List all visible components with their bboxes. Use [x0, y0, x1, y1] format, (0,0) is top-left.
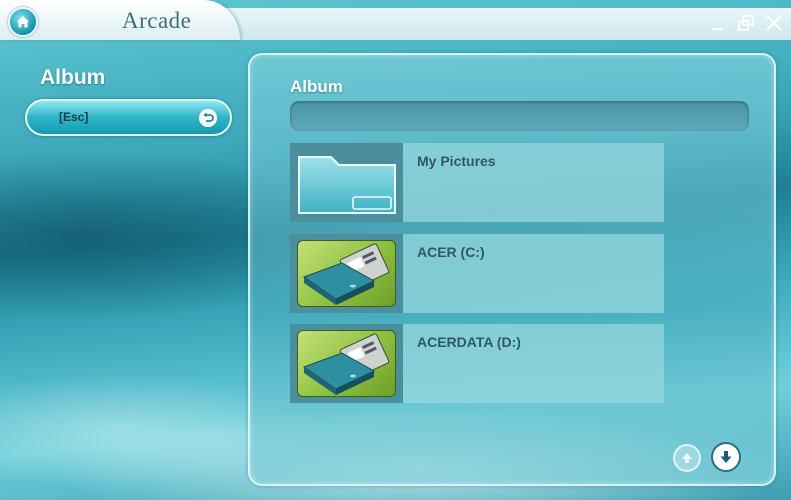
minimize-button[interactable] — [709, 14, 727, 32]
item-thumbnail — [290, 143, 403, 222]
panel-title: Album — [290, 77, 343, 96]
esc-back-button[interactable]: [Esc] — [25, 99, 232, 136]
list-item-acer-c[interactable]: ACER (C:) — [290, 234, 664, 313]
hard-drive-icon — [297, 330, 396, 397]
esc-button-label: [Esc] — [59, 110, 89, 124]
item-label: ACERDATA (D:) — [417, 334, 521, 350]
folder-icon — [297, 155, 396, 214]
item-label: ACER (C:) — [417, 244, 485, 260]
scroll-up-icon — [682, 453, 692, 463]
list-item-my-pictures[interactable]: My Pictures — [290, 143, 664, 222]
window-controls — [709, 14, 783, 32]
restore-button[interactable] — [737, 14, 755, 32]
close-icon — [766, 15, 782, 31]
list-item-acerdata-d[interactable]: ACERDATA (D:) — [290, 324, 664, 403]
sidebar-heading: Album — [40, 66, 106, 89]
album-panel: Album My Pictures ACER (C:) ACERDATA (D:… — [248, 53, 776, 486]
item-label: My Pictures — [417, 153, 496, 169]
scroll-down-icon — [720, 451, 732, 463]
back-arrow-icon — [199, 109, 217, 127]
item-thumbnail — [290, 234, 403, 313]
scroll-up-button[interactable] — [673, 444, 701, 472]
home-button[interactable] — [8, 7, 38, 37]
title-tab: Arcade — [0, 0, 240, 40]
minimize-icon — [712, 28, 723, 30]
scroll-down-button[interactable] — [711, 442, 741, 472]
path-bar — [290, 101, 749, 131]
home-icon — [17, 16, 29, 28]
app-title: Arcade — [122, 8, 192, 33]
restore-icon — [738, 15, 754, 31]
close-button[interactable] — [765, 14, 783, 32]
item-thumbnail — [290, 324, 403, 403]
title-bar: Arcade — [0, 0, 791, 42]
hard-drive-icon — [297, 240, 396, 307]
